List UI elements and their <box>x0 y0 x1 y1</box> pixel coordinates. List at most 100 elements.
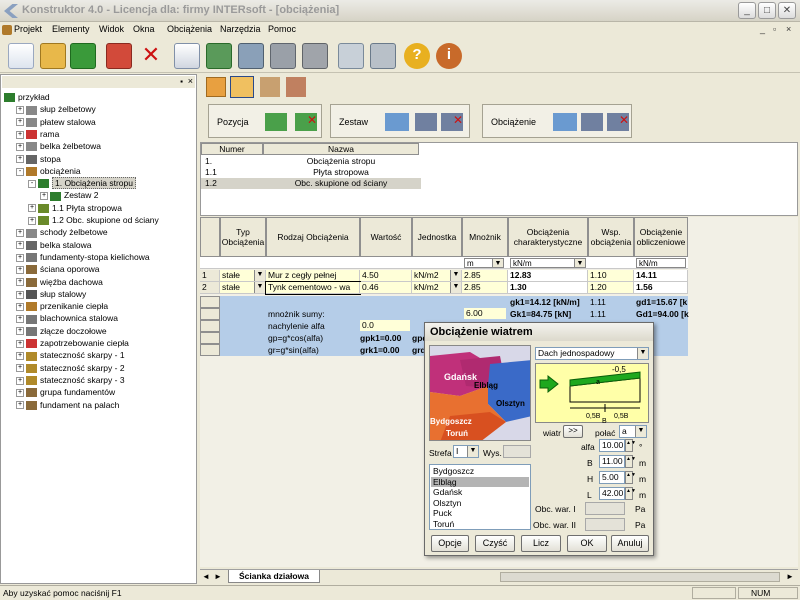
coefficient-input[interactable]: 1.10 <box>588 270 634 282</box>
settings-icon[interactable] <box>238 43 264 69</box>
roof-icon[interactable] <box>260 77 280 97</box>
tree-item[interactable]: + grupa fundamentów <box>16 386 115 398</box>
open-green-folder-icon[interactable] <box>70 43 96 69</box>
opcje-button[interactable]: Opcje <box>431 535 469 552</box>
expand-icon[interactable]: + <box>16 253 24 262</box>
list-item[interactable]: Elbląg <box>431 476 529 487</box>
panel-close-icon[interactable]: × <box>188 76 193 86</box>
column-header-mnoznik[interactable]: Mnożnik <box>462 217 508 257</box>
list-item[interactable]: Puck <box>431 508 529 519</box>
polac-select[interactable]: a ▼ <box>619 425 647 438</box>
tree-item[interactable]: + fundamenty-stopa kielichowa <box>16 251 150 263</box>
param-input[interactable]: 5.00 <box>599 471 625 484</box>
expand-icon[interactable]: + <box>16 265 24 274</box>
add-position-icon[interactable] <box>265 113 287 131</box>
insert-load-icon[interactable] <box>581 113 603 131</box>
calculator-icon[interactable] <box>338 43 364 69</box>
expand-icon[interactable]: + <box>16 229 24 238</box>
new-file-icon[interactable] <box>8 43 34 69</box>
wys-field[interactable] <box>503 445 531 458</box>
tree-item[interactable]: +1.2 Obc. skupione od ściany <box>28 214 159 226</box>
strefa-select[interactable]: I ▼ <box>453 445 479 458</box>
document-edit-icon[interactable] <box>174 43 200 69</box>
tree-item[interactable]: przykład <box>4 91 50 103</box>
tree-item[interactable]: + stateczność skarpy - 3 <box>16 374 125 386</box>
mdi-close-button[interactable]: × <box>786 24 791 34</box>
roof-type-select[interactable]: Dach jednospadowy ▼ <box>535 347 649 360</box>
list-item[interactable]: Toruń <box>431 519 529 530</box>
save-icon[interactable] <box>106 43 132 69</box>
coefficient-input[interactable]: 1.20 <box>588 282 634 294</box>
param-input[interactable]: 10.00 <box>599 439 625 452</box>
char-unit-select[interactable]: kN/m ▼ <box>510 258 586 268</box>
expand-icon[interactable]: + <box>16 278 24 287</box>
tree-item[interactable]: + blachownica stalowa <box>16 312 118 324</box>
unit-select[interactable]: kN/m2 ▼ <box>412 270 462 282</box>
multiplier-unit-select[interactable]: m ▼ <box>464 258 504 268</box>
expand-icon[interactable]: + <box>16 241 24 250</box>
insert-set-icon[interactable] <box>415 113 437 131</box>
print-icon[interactable] <box>370 43 396 69</box>
help-icon[interactable]: ? <box>404 43 430 69</box>
collapse-icon[interactable]: - <box>28 179 36 188</box>
ok-button[interactable]: OK <box>567 535 607 552</box>
expand-icon[interactable]: + <box>28 204 36 213</box>
column-header-char[interactable]: Obciążenia charakterystyczne <box>508 217 588 257</box>
alfa-input[interactable]: 0.0 <box>360 320 410 331</box>
maximize-button[interactable]: □ <box>758 2 776 19</box>
list-item[interactable]: Gdańsk <box>431 487 529 498</box>
delete-set-icon[interactable]: ✕ <box>441 113 463 131</box>
delete-position-icon[interactable]: ✕ <box>295 113 317 131</box>
city-list[interactable]: Bydgoszcz Elbląg Gdańsk Olsztyn Puck Toruń <box>429 464 531 530</box>
sum-multiplier-input[interactable]: 6.00 <box>464 308 506 319</box>
table-row[interactable]: 1. Obciążenia stropu <box>201 156 421 167</box>
tree-item[interactable]: + zapotrzebowanie ciepła <box>16 337 129 349</box>
tree-item[interactable]: + słup stalowy <box>16 288 86 300</box>
column-header-obl[interactable]: Obciążenie obliczeniowe <box>634 217 688 257</box>
load-kind-field[interactable]: Tynk cementowo - wa <box>265 281 361 295</box>
expand-icon[interactable]: + <box>16 130 24 139</box>
add-set-icon[interactable] <box>385 113 409 131</box>
spinner-icon[interactable]: ▲▼ <box>625 471 636 484</box>
expand-icon[interactable]: + <box>16 352 24 361</box>
column-header-typ[interactable]: Typ Obciążenia <box>220 217 266 257</box>
expand-icon[interactable]: + <box>16 376 24 385</box>
open-folder-icon[interactable] <box>40 43 66 69</box>
multiplier-input[interactable]: 2.85 <box>462 282 508 294</box>
delete-load-icon[interactable]: ✕ <box>607 113 629 131</box>
expand-icon[interactable]: + <box>16 364 24 373</box>
menu-widok[interactable]: Widok <box>99 24 124 34</box>
menu-okna[interactable]: Okna <box>133 24 155 34</box>
clear-button[interactable]: Czyść <box>475 535 515 552</box>
tree-item[interactable]: - obciążenia <box>16 165 81 177</box>
tree-item[interactable]: + słup żelbetowy <box>16 103 96 115</box>
expand-icon[interactable]: + <box>16 142 24 151</box>
folder-view-icon[interactable] <box>206 77 226 97</box>
tree-item[interactable]: + Zestaw 2 <box>40 189 99 201</box>
remove-element-icon[interactable] <box>302 43 328 69</box>
tab-prev-icon[interactable]: ◄ <box>202 572 210 581</box>
folder-open-icon[interactable] <box>230 76 254 98</box>
tree-item[interactable]: + belka żelbetowa <box>16 140 101 152</box>
value-input[interactable]: 4.50 <box>360 270 412 282</box>
tree-item[interactable]: + fundament na palach <box>16 399 119 411</box>
spinner-icon[interactable]: ▲▼ <box>625 439 636 452</box>
load-type-select[interactable]: stałe ▼ <box>220 282 266 294</box>
menu-pomoc[interactable]: Pomoc <box>268 24 296 34</box>
tree-item[interactable]: + złącze doczołowe <box>16 325 107 337</box>
tree-item[interactable]: + stateczność skarpy - 2 <box>16 362 125 374</box>
panel-pin-icon[interactable]: ▪ <box>180 77 183 86</box>
param-input[interactable]: 42.00 <box>599 487 625 500</box>
minimize-button[interactable]: _ <box>738 2 756 19</box>
expand-icon[interactable]: + <box>40 192 48 201</box>
tree-item[interactable]: + stateczność skarpy - 1 <box>16 349 125 361</box>
load-kind-field[interactable]: Mur z cegły pełnej <box>266 270 360 282</box>
list-item[interactable]: Olsztyn <box>431 498 529 509</box>
scroll-right-icon[interactable]: ► <box>786 572 794 581</box>
expand-icon[interactable]: + <box>16 327 24 336</box>
cancel-button[interactable]: Anuluj <box>611 535 649 552</box>
close-button[interactable]: ✕ <box>778 2 796 19</box>
tab-next-icon[interactable]: ► <box>214 572 222 581</box>
info-icon[interactable]: i <box>436 43 462 69</box>
menu-obciazenia[interactable]: Obciążenia <box>167 24 212 34</box>
